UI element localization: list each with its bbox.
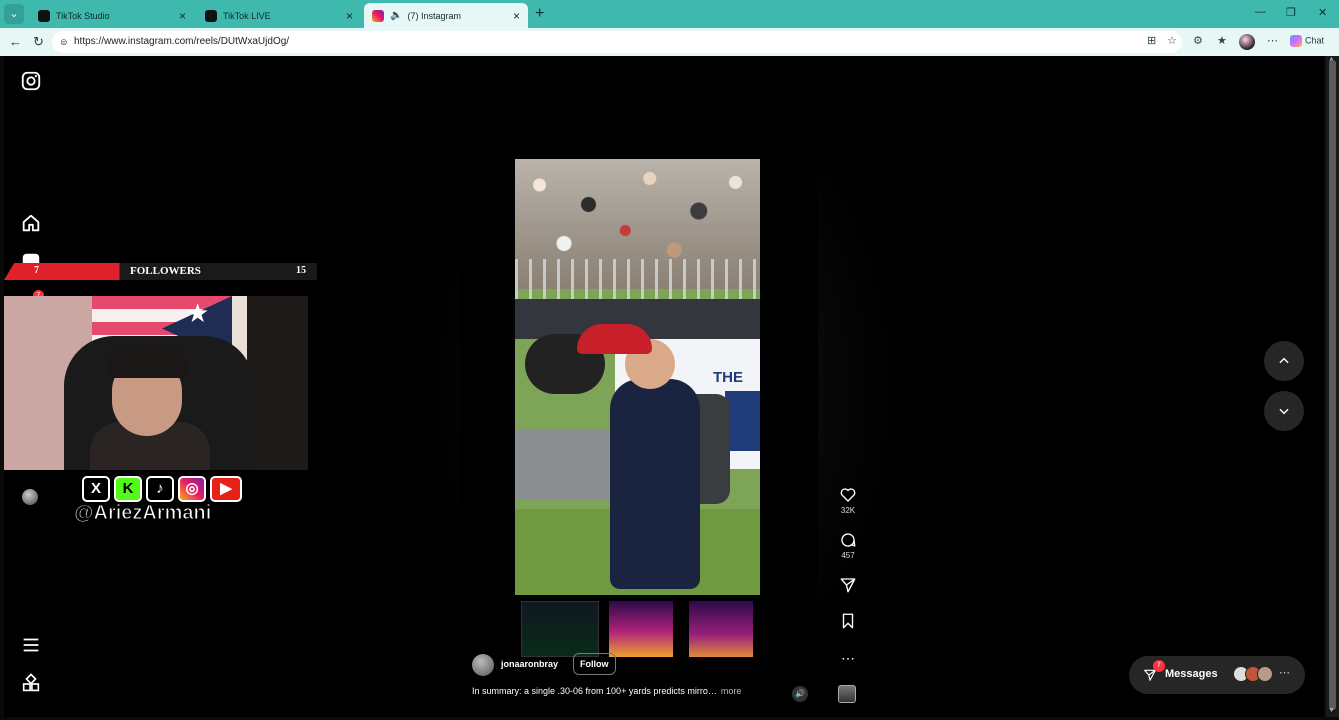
previous-reel-button[interactable] bbox=[1264, 341, 1304, 381]
close-tab-icon[interactable]: × bbox=[513, 9, 520, 23]
speaker-icon[interactable]: 🔈 bbox=[390, 10, 402, 21]
streamer-handle: @AriezArmani bbox=[73, 502, 212, 525]
like-button[interactable]: 32K bbox=[836, 486, 860, 515]
follow-button[interactable]: Follow bbox=[573, 653, 616, 675]
tab-title: TikTok Studio bbox=[56, 10, 110, 21]
video-red-cap bbox=[577, 324, 652, 354]
banner-text: THE bbox=[713, 369, 743, 386]
profile-avatar[interactable] bbox=[1239, 34, 1255, 50]
owner-avatar[interactable] bbox=[472, 654, 494, 676]
chat-label: Chat bbox=[1305, 35, 1325, 46]
copilot-icon bbox=[1290, 35, 1302, 47]
site-info-icon[interactable]: ⊜ bbox=[60, 31, 68, 53]
followers-goal: 15 bbox=[296, 265, 306, 276]
social-icons: X K ♪ ◎ ▶ bbox=[78, 476, 248, 504]
page-viewport: 7 THE bbox=[4, 56, 1324, 717]
tab-title: (7) Instagram bbox=[407, 10, 461, 21]
toolbar: ← ↻ ⊜ https://www.instagram.com/reels/DU… bbox=[0, 28, 1339, 56]
comment-icon bbox=[841, 533, 856, 547]
next-reel-button[interactable] bbox=[1264, 391, 1304, 431]
tiktok-icon: ♪ bbox=[146, 476, 174, 502]
messages-label: Messages bbox=[1165, 668, 1218, 680]
reel-caption: In summary: a single .30-06 from 100+ ya… bbox=[472, 686, 741, 696]
tiktok-icon bbox=[38, 9, 50, 22]
more-menu-icon[interactable]: ⋯ bbox=[1267, 34, 1278, 47]
send-icon bbox=[840, 578, 856, 593]
more-link[interactable]: more bbox=[721, 686, 742, 696]
also-from-meta-icon[interactable] bbox=[20, 673, 42, 695]
chevron-up-icon bbox=[1279, 357, 1289, 364]
kick-icon: K bbox=[114, 476, 142, 502]
caption-text: In summary: a single .30-06 from 100+ ya… bbox=[472, 686, 717, 696]
new-tab-button[interactable]: + bbox=[535, 5, 544, 23]
favorites-icon[interactable]: ★ bbox=[1217, 34, 1227, 47]
copilot-chat-button[interactable]: Chat bbox=[1290, 35, 1324, 47]
share-button[interactable] bbox=[836, 576, 860, 594]
contact-avatar bbox=[1257, 666, 1273, 682]
tab-strip: ⌄ TikTok Studio × TikTok LIVE × 🔈 (7) In… bbox=[0, 0, 1339, 28]
tab-instagram[interactable]: 🔈 (7) Instagram × bbox=[364, 3, 528, 28]
like-count: 32K bbox=[840, 506, 856, 515]
close-window-button[interactable]: ✕ bbox=[1318, 6, 1327, 19]
webcam-hair bbox=[106, 344, 188, 378]
owner-username[interactable]: jonaaronbray bbox=[501, 659, 558, 669]
close-tab-icon[interactable]: × bbox=[179, 9, 186, 23]
chevron-down-icon bbox=[1279, 408, 1289, 415]
page-scrollbar[interactable]: ▲ ▼ bbox=[1326, 56, 1339, 717]
tiktok-icon bbox=[205, 9, 217, 22]
bookmark-icon bbox=[842, 613, 854, 629]
save-button[interactable] bbox=[836, 612, 860, 630]
scrollbar-thumb[interactable] bbox=[1329, 60, 1336, 710]
tab-title: TikTok LIVE bbox=[223, 10, 271, 21]
spectrogram-strip bbox=[515, 597, 760, 661]
more-contacts-icon: ⋯ bbox=[1279, 667, 1290, 679]
x-icon: X bbox=[82, 476, 110, 502]
video-person-body bbox=[610, 379, 700, 589]
home-icon[interactable] bbox=[20, 212, 42, 234]
mute-toggle-button[interactable]: 🔊 bbox=[792, 686, 808, 702]
reel-player[interactable]: THE jonaaronbray Follow In summary: a si… bbox=[460, 67, 818, 705]
followers-label: FOLLOWERS bbox=[130, 265, 201, 277]
address-bar[interactable]: ⊜ https://www.instagram.com/reels/DUtWxa… bbox=[52, 31, 1182, 53]
instagram-logo-icon[interactable] bbox=[20, 70, 42, 92]
followers-current: 7 bbox=[34, 265, 39, 276]
followers-goal-bar: 7 FOLLOWERS 15 bbox=[4, 263, 344, 280]
url-text: https://www.instagram.com/reels/DUtWxaUj… bbox=[74, 36, 290, 47]
comment-count: 457 bbox=[841, 551, 855, 560]
tab-actions-menu-button[interactable]: ⌄ bbox=[4, 4, 24, 24]
audio-thumbnail[interactable] bbox=[838, 685, 856, 703]
tab-tiktok-studio[interactable]: TikTok Studio × bbox=[30, 3, 194, 28]
app-available-icon[interactable]: ⊞ bbox=[1147, 34, 1156, 47]
extension-icon[interactable]: ⚙ bbox=[1193, 34, 1203, 47]
scroll-down-arrow[interactable]: ▼ bbox=[1328, 707, 1335, 714]
messages-button[interactable]: 7 Messages ⋯ bbox=[1129, 656, 1305, 694]
tab-tiktok-live[interactable]: TikTok LIVE × bbox=[197, 3, 361, 28]
browser-chrome: ⌄ TikTok Studio × TikTok LIVE × 🔈 (7) In… bbox=[0, 0, 1339, 56]
spectrogram-panel bbox=[689, 601, 753, 657]
streamer-webcam: ★ bbox=[4, 296, 308, 470]
favorite-star-icon[interactable]: ☆ bbox=[1167, 34, 1177, 47]
more-options-icon[interactable]: ⋯ bbox=[836, 650, 860, 667]
messages-badge: 7 bbox=[1153, 660, 1165, 672]
instagram-icon: ◎ bbox=[178, 476, 206, 502]
profile-avatar[interactable] bbox=[22, 489, 38, 505]
restore-button[interactable]: ❐ bbox=[1286, 6, 1296, 19]
refresh-button[interactable]: ↻ bbox=[33, 34, 44, 50]
menu-icon[interactable] bbox=[20, 634, 42, 656]
heart-icon bbox=[840, 488, 856, 502]
waveform-panel bbox=[521, 601, 599, 657]
star-icon: ★ bbox=[186, 298, 210, 328]
comment-button[interactable]: 457 bbox=[836, 531, 860, 560]
back-button[interactable]: ← bbox=[9, 34, 22, 49]
instagram-icon bbox=[372, 9, 384, 22]
spectrogram-panel bbox=[609, 601, 673, 657]
reel-video[interactable]: THE bbox=[515, 159, 760, 595]
youtube-icon: ▶ bbox=[210, 476, 242, 502]
minimize-button[interactable]: — bbox=[1255, 6, 1266, 18]
close-tab-icon[interactable]: × bbox=[346, 9, 353, 23]
